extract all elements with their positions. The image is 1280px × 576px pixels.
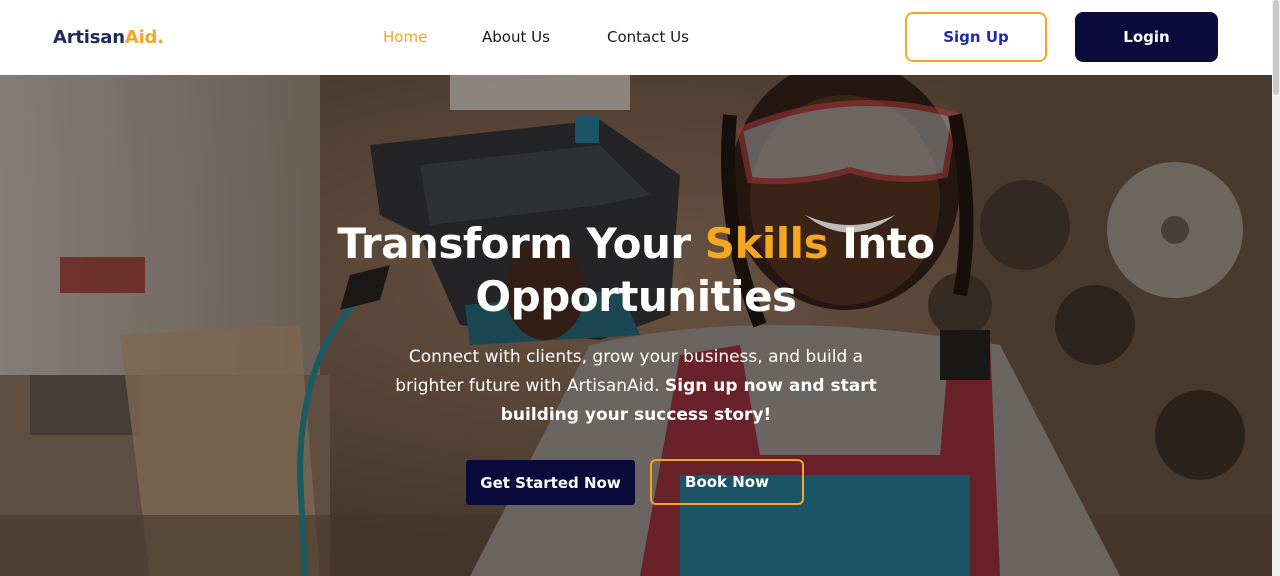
page-scrollbar[interactable] bbox=[1272, 0, 1280, 576]
brand-accent: Aid. bbox=[124, 27, 164, 48]
scrollbar-thumb[interactable] bbox=[1273, 0, 1279, 95]
nav-link-contact-us[interactable]: Contact Us bbox=[607, 28, 689, 46]
login-button[interactable]: Login bbox=[1075, 12, 1218, 62]
sign-up-button[interactable]: Sign Up bbox=[905, 12, 1047, 62]
hero-section: Transform Your Skills Into Opportunities… bbox=[0, 75, 1272, 576]
hero-title-part1: Transform Your bbox=[337, 219, 705, 268]
nav-link-home[interactable]: Home bbox=[383, 28, 427, 46]
hero-overlay bbox=[0, 75, 1272, 576]
book-now-button[interactable]: Book Now bbox=[650, 459, 804, 505]
brand-name: Artisan bbox=[53, 27, 125, 48]
navbar: ArtisanAid. Home About Us Contact Us Sig… bbox=[0, 0, 1272, 75]
get-started-button[interactable]: Get Started Now bbox=[466, 460, 635, 505]
hero-title: Transform Your Skills Into Opportunities bbox=[236, 217, 1036, 323]
hero-subtitle: Connect with clients, grow your business… bbox=[386, 343, 886, 430]
hero-title-highlight: Skills bbox=[704, 219, 829, 268]
brand-logo[interactable]: ArtisanAid. bbox=[53, 27, 164, 48]
nav-link-about-us[interactable]: About Us bbox=[482, 28, 550, 46]
